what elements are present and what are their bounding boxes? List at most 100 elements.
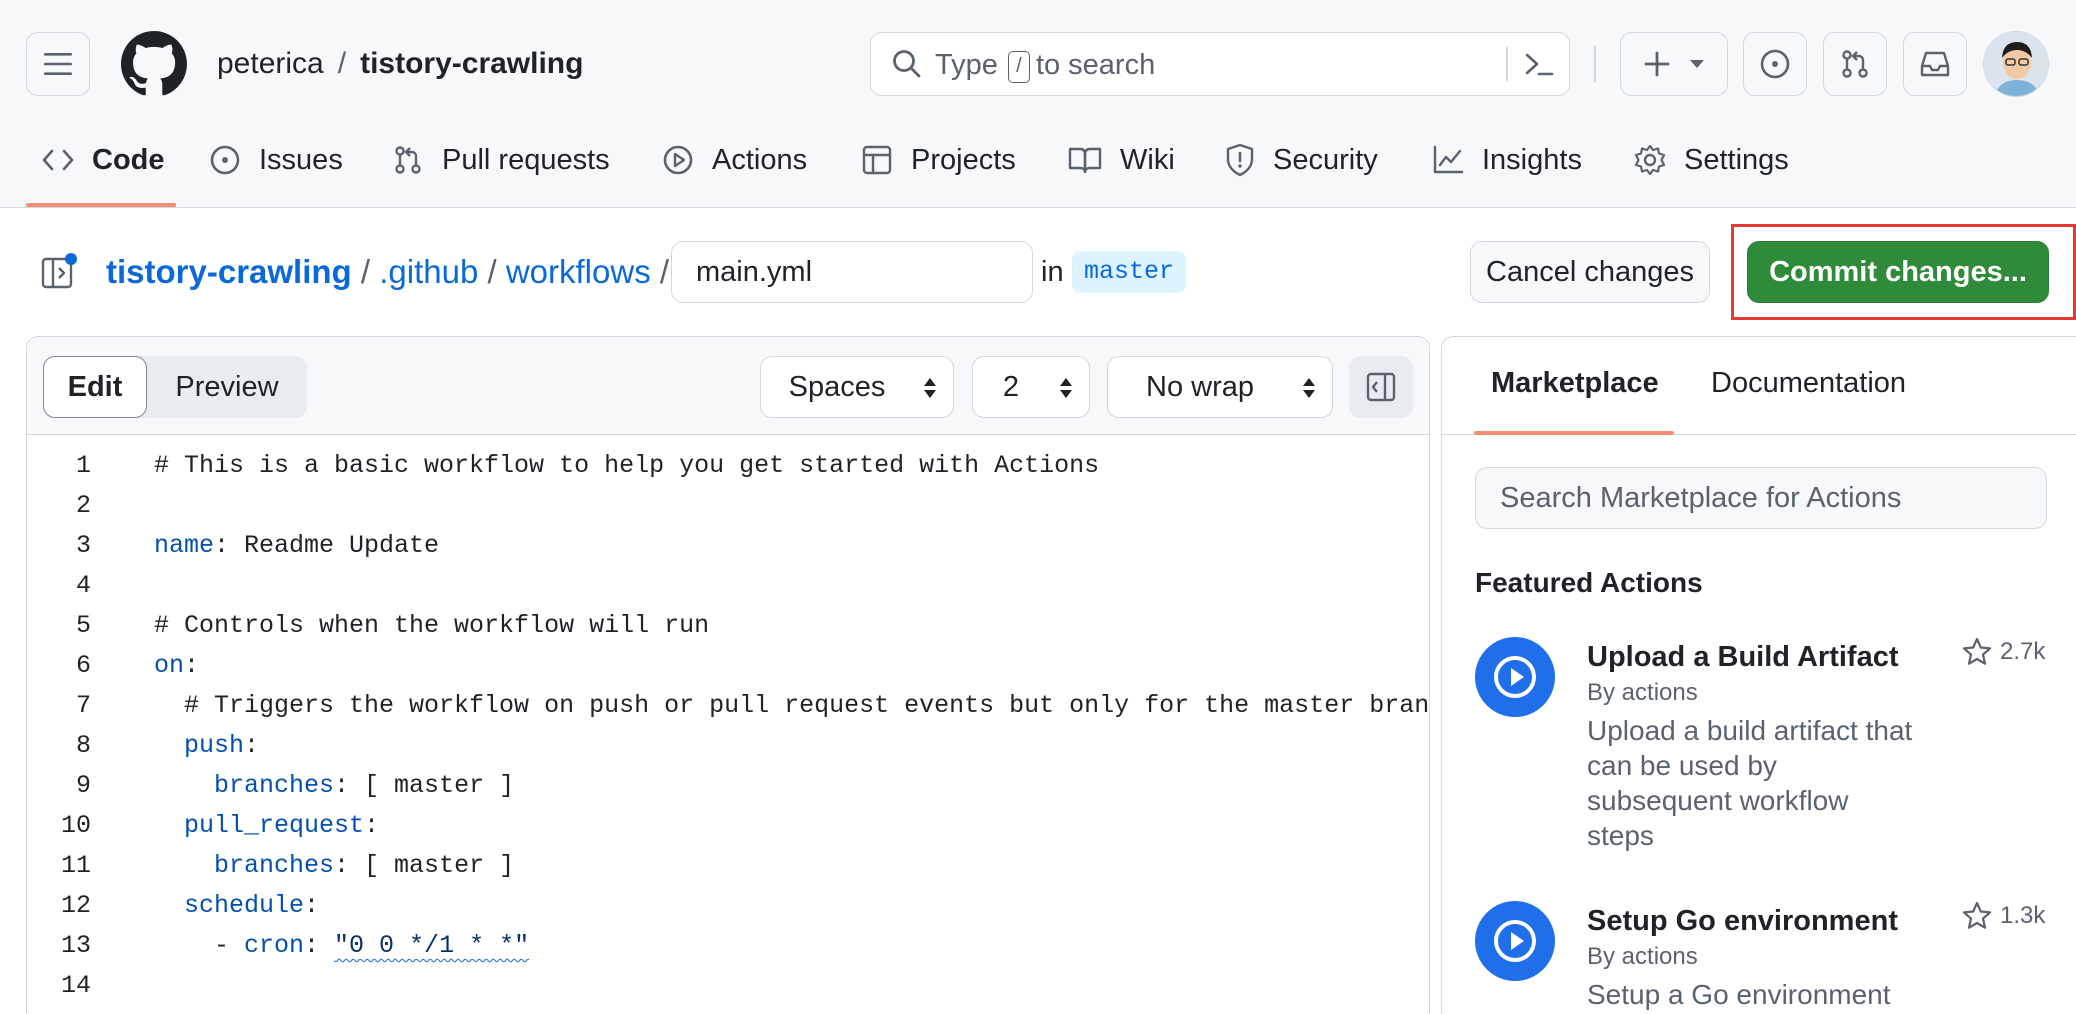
- line-text: push:: [154, 726, 259, 766]
- in-label: in: [1041, 256, 1064, 288]
- action-item-upload-artifact[interactable]: Upload a Build Artifact By actions Uploa…: [1475, 637, 2055, 877]
- user-avatar[interactable]: [1983, 31, 2049, 97]
- yaml-key: branches: [214, 851, 335, 880]
- line-number: 8: [75, 731, 91, 760]
- tab-settings[interactable]: Settings: [1634, 140, 1789, 180]
- line-text: # Triggers the workflow on push or pull …: [154, 686, 1429, 726]
- owner-link[interactable]: peterica: [217, 47, 324, 80]
- editor-toolbar: Edit Preview Spaces 2 No wrap: [27, 337, 1429, 435]
- code-token: :: [364, 811, 380, 840]
- toggle-side-panel-button[interactable]: [1349, 356, 1413, 418]
- yaml-key: schedule: [184, 891, 305, 920]
- line-text: # Controls when the workflow will run: [154, 606, 709, 646]
- code-line[interactable]: 14: [27, 966, 1429, 1006]
- tab-security[interactable]: Security: [1225, 140, 1378, 180]
- tab-projects[interactable]: Projects: [861, 140, 1016, 180]
- action-logo: [1475, 901, 1555, 981]
- indent-size-select[interactable]: 2: [972, 356, 1090, 418]
- header-divider: [1594, 46, 1596, 82]
- code-line[interactable]: 11 branches: [ master ]: [27, 846, 1429, 886]
- wrap-mode-select[interactable]: No wrap: [1107, 356, 1333, 418]
- play-circle-icon: [1494, 920, 1536, 962]
- repo-name-link[interactable]: tistory-crawling: [360, 47, 583, 80]
- graph-icon: [1433, 145, 1464, 174]
- line-text: branches: [ master ]: [154, 766, 514, 806]
- yaml-string: "0 0 */1 * *": [334, 931, 530, 960]
- tab-actions[interactable]: Actions: [662, 140, 807, 180]
- issues-button[interactable]: [1743, 32, 1807, 96]
- preview-tab[interactable]: Preview: [147, 356, 307, 418]
- global-search[interactable]: Type / to search: [870, 32, 1570, 96]
- code-line[interactable]: 8 push:: [27, 726, 1429, 766]
- code-line[interactable]: 6 on:: [27, 646, 1429, 686]
- sidebar-expand-icon: [41, 253, 77, 289]
- search-placeholder: Type / to search: [935, 49, 1156, 83]
- tab-documentation[interactable]: Documentation: [1711, 367, 1906, 400]
- line-number: 14: [60, 971, 91, 1000]
- breadcrumb-workflows-link[interactable]: workflows: [506, 253, 651, 290]
- tab-wiki[interactable]: Wiki: [1068, 140, 1175, 180]
- code-line[interactable]: 2: [27, 486, 1429, 526]
- tab-pull-requests[interactable]: Pull requests: [392, 140, 610, 180]
- command-palette-icon[interactable]: [1523, 50, 1555, 80]
- tab-label: Pull requests: [442, 143, 610, 176]
- line-number: 3: [75, 531, 91, 560]
- code-line[interactable]: 7 # Triggers the workflow on push or pul…: [27, 686, 1429, 726]
- yaml-key: cron: [244, 931, 305, 960]
- code-line[interactable]: 5 # Controls when the workflow will run: [27, 606, 1429, 646]
- code-line[interactable]: 3 name: Readme Update: [27, 526, 1429, 566]
- tab-marketplace[interactable]: Marketplace: [1491, 367, 1659, 400]
- action-title[interactable]: Upload a Build Artifact: [1587, 641, 1899, 674]
- select-arrows-icon: [1060, 378, 1072, 398]
- pull-request-icon: [1842, 50, 1868, 78]
- active-tab-indicator: [26, 203, 176, 207]
- pull-requests-button[interactable]: [1823, 32, 1887, 96]
- code-line[interactable]: 12 schedule:: [27, 886, 1429, 926]
- triangle-down-icon: [1690, 60, 1704, 68]
- github-logo-icon[interactable]: [121, 31, 187, 97]
- create-new-button[interactable]: [1620, 32, 1728, 96]
- inbox-button[interactable]: [1903, 32, 1967, 96]
- yaml-key: on: [154, 651, 185, 680]
- marketplace-panel: Marketplace Documentation Featured Actio…: [1441, 336, 2076, 1014]
- tab-label: Code: [92, 143, 165, 176]
- tab-code[interactable]: Code: [42, 140, 165, 180]
- star-count: 1.3k: [2000, 902, 2046, 929]
- filename-input[interactable]: [671, 241, 1033, 303]
- indent-mode-select[interactable]: Spaces: [760, 356, 954, 418]
- path-separator: /: [337, 47, 347, 80]
- avatar-portrait-icon: [1984, 32, 2048, 96]
- tab-insights[interactable]: Insights: [1432, 140, 1582, 180]
- file-tree-toggle[interactable]: [40, 252, 80, 292]
- code-line[interactable]: 1 # This is a basic workflow to help you …: [27, 446, 1429, 486]
- marketplace-search-input[interactable]: [1475, 467, 2047, 529]
- tab-label: Actions: [712, 143, 808, 176]
- tab-issues[interactable]: Issues: [209, 140, 343, 180]
- edit-tab[interactable]: Edit: [43, 356, 147, 418]
- code-line[interactable]: 9 branches: [ master ]: [27, 766, 1429, 806]
- active-side-tab-indicator: [1474, 431, 1674, 435]
- play-icon: [663, 145, 693, 175]
- code-line[interactable]: 10 pull_request:: [27, 806, 1429, 846]
- book-icon: [1068, 147, 1102, 174]
- line-number: 6: [75, 651, 91, 680]
- global-header: peterica / tistory-crawling Type / to searc…: [0, 0, 2076, 208]
- code-line[interactable]: 13 - cron: "0 0 */1 * *": [27, 926, 1429, 966]
- code-line[interactable]: 4: [27, 566, 1429, 606]
- yaml-key: pull_request: [184, 811, 365, 840]
- cancel-changes-button[interactable]: Cancel changes: [1470, 241, 1710, 303]
- action-title[interactable]: Setup Go environment: [1587, 905, 1898, 938]
- breadcrumb-github-link[interactable]: .github: [379, 253, 478, 290]
- menu-button[interactable]: [26, 32, 90, 96]
- select-arrows-icon: [1303, 378, 1315, 398]
- search-divider: [1506, 47, 1508, 81]
- gear-icon: [1634, 144, 1666, 176]
- action-description: Setup a Go environment: [1587, 979, 1891, 1010]
- commit-changes-button[interactable]: Commit changes...: [1747, 241, 2049, 303]
- tab-label: Insights: [1482, 143, 1582, 176]
- action-item-setup-go[interactable]: Setup Go environment By actions Setup a …: [1475, 901, 2055, 1014]
- breadcrumb-repo-link[interactable]: tistory-crawling: [106, 253, 352, 290]
- plus-icon: [1644, 51, 1670, 77]
- line-number: 5: [75, 611, 91, 640]
